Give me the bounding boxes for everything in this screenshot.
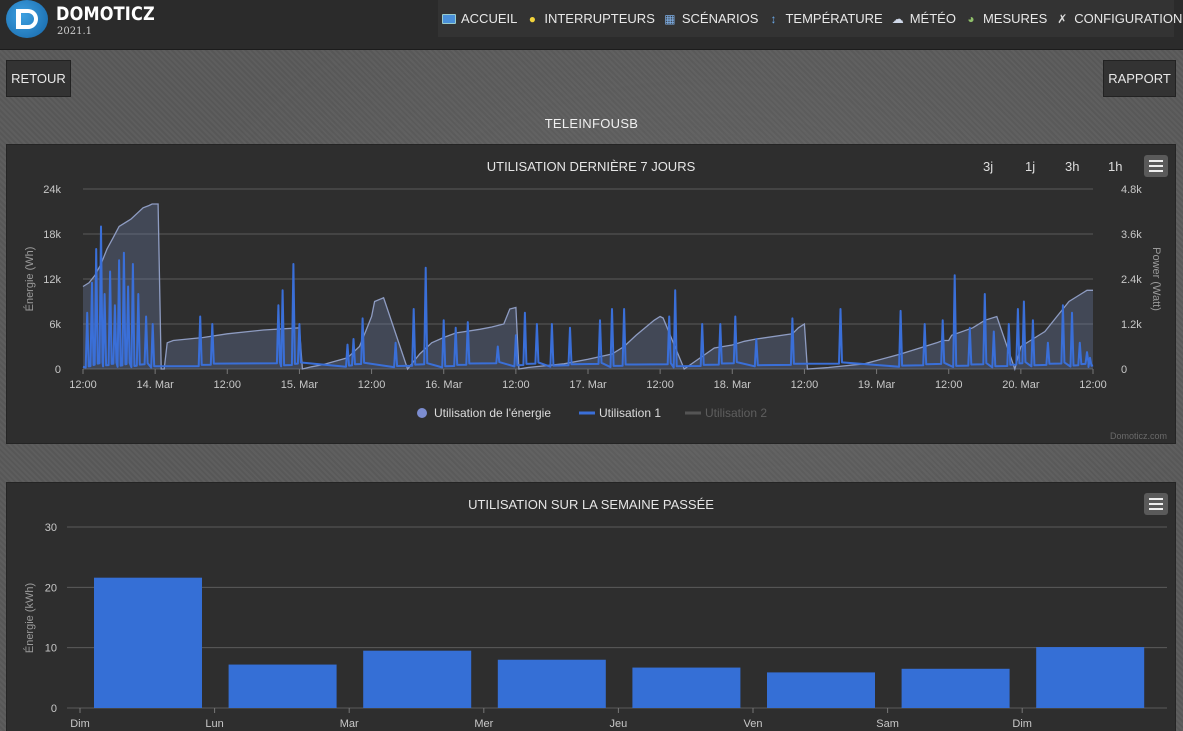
x-tick-label: Dim xyxy=(1012,718,1032,730)
x-tick-label: 16. Mar xyxy=(425,379,463,391)
y-tick-label-right: 1.2k xyxy=(1121,319,1142,331)
x-tick-label: 15. Mar xyxy=(281,379,319,391)
clapperboard-icon: ▦ xyxy=(664,11,676,26)
weather-icon: ☁ xyxy=(891,11,904,26)
domoticz-logo-icon[interactable] xyxy=(6,0,48,38)
credits-label: Domoticz.com xyxy=(1110,431,1167,441)
x-tick-label: 19. Mar xyxy=(858,379,896,391)
y-tick-label: 0 xyxy=(51,703,57,715)
bar xyxy=(1036,647,1145,708)
bar xyxy=(901,668,1010,708)
y-axis-label: Énergie (kWh) xyxy=(23,583,36,653)
chart-panel-7days: UTILISATION DERNIÈRE 7 JOURS 3j 1j 3h 1h… xyxy=(6,144,1176,444)
app-title: DOMOTICZ xyxy=(56,3,155,25)
bar xyxy=(767,672,875,708)
y-tick-label: 30 xyxy=(45,522,57,534)
y-tick-label-left: 24k xyxy=(43,184,61,196)
line-chart-7days: 0 6k 12k 18k 24k 0 1.2k 2.4k 3.6k 4.8k Énergie (Wh… xyxy=(23,184,1167,441)
x-tick-label: 18. Mar xyxy=(714,379,752,391)
top-bar: DOMOTICZ 2021.1 ACCUEIL ● INTERRUPTEURS … xyxy=(0,0,1183,50)
nav-label: SCÉNARIOS xyxy=(681,11,759,26)
back-button[interactable]: RETOUR xyxy=(6,60,71,97)
y-tick-label-right: 3.6k xyxy=(1121,229,1142,241)
y-tick-label-right: 2.4k xyxy=(1121,274,1142,286)
tools-icon: ✗ xyxy=(1057,11,1068,26)
x-tick-label: Mer xyxy=(474,718,493,730)
y-tick-label-left: 18k xyxy=(43,229,61,241)
legend-label-utilisation-2: Utilisation 2 xyxy=(705,406,767,420)
nav-label: ACCUEIL xyxy=(461,11,518,26)
y-tick-label-right: 4.8k xyxy=(1121,184,1142,196)
nav-item-temperature[interactable]: ↕ TEMPÉRATURE xyxy=(766,11,882,26)
x-tick-label: Dim xyxy=(70,718,90,730)
x-tick-label: 12:00 xyxy=(646,379,674,391)
x-tick-label: 12:00 xyxy=(502,379,530,391)
y-tick-label: 10 xyxy=(45,643,57,655)
legend-marker-energy xyxy=(417,408,427,418)
thermometer-icon: ↕ xyxy=(770,11,777,26)
x-tick-label: 20. Mar xyxy=(1002,379,1040,391)
x-tick-label: 12:00 xyxy=(791,379,819,391)
x-tick-label: 12:00 xyxy=(214,379,242,391)
x-tick-label: 14. Mar xyxy=(136,379,174,391)
report-button[interactable]: RAPPORT xyxy=(1103,60,1176,97)
y-tick-label-left: 0 xyxy=(55,364,61,376)
nav-label: CONFIGURATION xyxy=(1074,11,1183,26)
nav-item-meteo[interactable]: ☁ MÉTÉO xyxy=(891,11,956,26)
lightbulb-icon: ● xyxy=(528,11,536,26)
nav-label: INTERRUPTEURS xyxy=(544,11,655,26)
y-axis-label-right: Power (Watt) xyxy=(1150,247,1162,311)
app-version: 2021.1 xyxy=(57,26,92,37)
nav-label: MESURES xyxy=(982,11,1048,26)
y-tick-label: 20 xyxy=(45,582,57,594)
bar xyxy=(228,664,337,708)
nav-item-scenarios[interactable]: ▦ SCÉNARIOS xyxy=(663,11,759,26)
nav-item-configuration[interactable]: ✗ CONFIGURATION ▼ xyxy=(1055,11,1183,26)
x-tick-label: 12:00 xyxy=(1079,379,1107,391)
main-nav: ACCUEIL ● INTERRUPTEURS ▦ SCÉNARIOS ↕ TE… xyxy=(438,0,1182,37)
bar xyxy=(363,650,472,708)
chart-panel-week: UTILISATION SUR LA SEMAINE PASSÉE 0 10 20 3… xyxy=(6,482,1176,731)
bar xyxy=(497,659,606,708)
bar xyxy=(632,667,741,708)
device-name: TELEINFOUSB xyxy=(544,116,639,131)
bar-chart-week: 0 10 20 30 Énergie (kWh) Dim Lun Mar Mer Jeu Ven Sa… xyxy=(23,522,1167,730)
nav-label: TEMPÉRATURE xyxy=(785,11,883,26)
legend-label-energy: Utilisation de l'énergie xyxy=(434,406,551,420)
x-tick-label: Jeu xyxy=(610,718,628,730)
nav-item-accueil[interactable]: ACCUEIL xyxy=(442,11,517,26)
x-tick-label: 12:00 xyxy=(935,379,963,391)
x-tick-label: 17. Mar xyxy=(569,379,607,391)
nav-item-mesures[interactable]: ◕ MESURES xyxy=(964,11,1047,26)
x-tick-label: Lun xyxy=(205,718,223,730)
y-axis-label-left: Énergie (Wh) xyxy=(23,247,36,312)
dashboard-icon xyxy=(442,13,456,24)
nav-label: MÉTÉO xyxy=(909,11,956,26)
gauge-icon: ◕ xyxy=(967,11,975,26)
x-tick-label: Sam xyxy=(876,718,899,730)
x-tick-label: Ven xyxy=(744,718,763,730)
x-tick-label: Mar xyxy=(340,718,359,730)
x-tick-label: 12:00 xyxy=(69,379,97,391)
nav-item-interrupteurs[interactable]: ● INTERRUPTEURS xyxy=(525,11,655,26)
y-tick-label-left: 12k xyxy=(43,274,61,286)
y-tick-label-right: 0 xyxy=(1121,364,1127,376)
y-tick-label-left: 6k xyxy=(49,319,61,331)
x-tick-label: 12:00 xyxy=(358,379,386,391)
bar xyxy=(94,577,202,708)
legend-label-utilisation-1: Utilisation 1 xyxy=(599,406,661,420)
